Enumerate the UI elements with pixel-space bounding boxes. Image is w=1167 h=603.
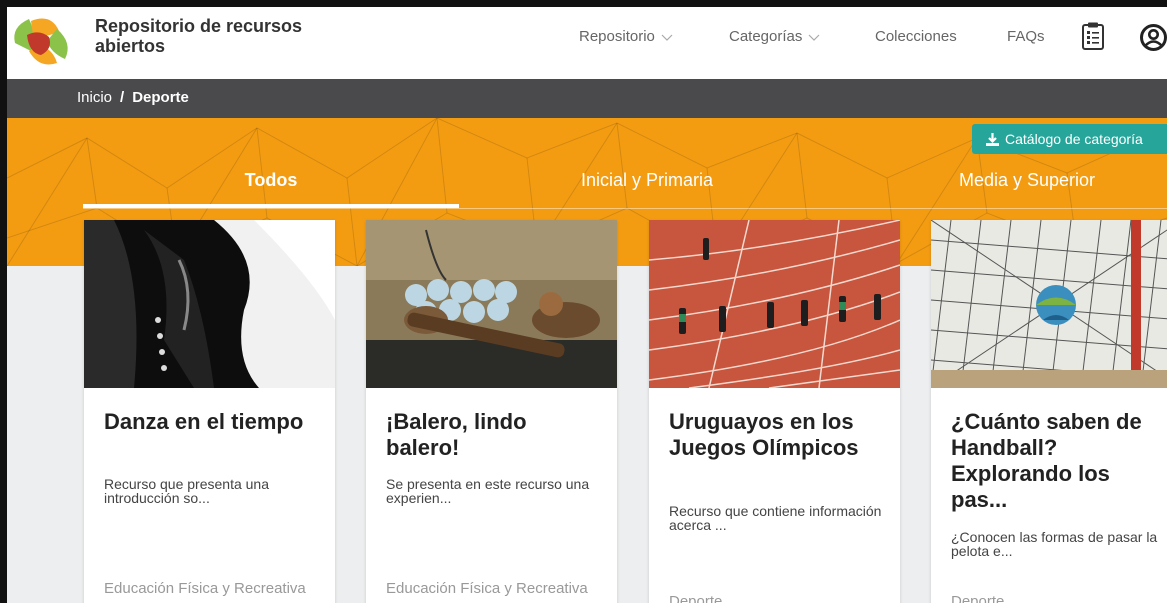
- card-description: Se presenta en este recurso una experien…: [386, 476, 590, 506]
- card-category: Deporte: [951, 593, 1005, 603]
- download-icon: [986, 132, 999, 146]
- tabs-divider: [83, 208, 1167, 209]
- card-image[interactable]: [366, 220, 617, 388]
- page: Repositorio de recursos abiertos Reposit…: [0, 0, 1167, 603]
- clipboard-icon[interactable]: [1082, 22, 1104, 50]
- card-description: Recurso que presenta una introducción so…: [104, 476, 269, 506]
- catalog-button-label: Catálogo de categoría: [1005, 131, 1143, 147]
- card-title[interactable]: Uruguayos en los Juegos Olímpicos: [669, 409, 889, 461]
- tab-media-superior[interactable]: Media y Superior: [839, 162, 1167, 208]
- catalog-download-button[interactable]: Catálogo de categoría: [972, 124, 1167, 154]
- site-logo[interactable]: [9, 13, 75, 71]
- breadcrumb-separator: /: [120, 89, 125, 106]
- breadcrumb-bar: Inicio / Deporte: [7, 79, 1167, 118]
- nav-label: Categorías: [729, 28, 803, 45]
- nav-colecciones[interactable]: Colecciones: [875, 28, 957, 45]
- card-category: Educación Física y Recreativa: [104, 580, 306, 597]
- breadcrumb-home[interactable]: Inicio: [77, 89, 112, 106]
- nav-label: Repositorio: [579, 28, 655, 45]
- chevron-down-icon: [808, 34, 820, 41]
- resource-card[interactable]: ¿Cuánto saben de Handball? Explorando lo…: [931, 220, 1167, 603]
- resource-card[interactable]: Danza en el tiempo Recurso que presenta …: [84, 220, 335, 603]
- card-description: Recurso que contiene información acerca …: [669, 503, 882, 533]
- site-title[interactable]: Repositorio de recursos abiertos: [95, 16, 315, 56]
- chevron-down-icon: [661, 34, 673, 41]
- nav-repositorio[interactable]: Repositorio: [579, 28, 673, 45]
- level-tabs: Todos Inicial y Primaria Media y Superio…: [83, 162, 1167, 208]
- user-icon[interactable]: [1140, 24, 1167, 51]
- breadcrumb-current: Deporte: [132, 89, 189, 106]
- card-category: Educación Física y Recreativa: [386, 580, 588, 597]
- card-title[interactable]: Danza en el tiempo: [104, 409, 324, 435]
- site-header: Repositorio de recursos abiertos Reposit…: [7, 7, 1167, 79]
- tab-inicial-primaria[interactable]: Inicial y Primaria: [459, 162, 835, 208]
- card-title[interactable]: ¡Balero, lindo balero!: [386, 409, 606, 461]
- card-image[interactable]: [649, 220, 900, 388]
- card-description: ¿Conocen las formas de pasar la pelota e…: [951, 529, 1158, 559]
- resource-card[interactable]: ¡Balero, lindo balero! Se presenta en es…: [366, 220, 617, 603]
- resource-card[interactable]: Uruguayos en los Juegos Olímpicos Recurs…: [649, 220, 900, 603]
- tab-todos[interactable]: Todos: [83, 162, 459, 208]
- nav-label: Colecciones: [875, 28, 957, 45]
- nav-label: FAQs: [1007, 28, 1045, 45]
- nav-faqs[interactable]: FAQs: [1007, 28, 1045, 45]
- card-category: Deporte: [669, 593, 723, 603]
- card-image[interactable]: [84, 220, 335, 388]
- card-title[interactable]: ¿Cuánto saben de Handball? Explorando lo…: [951, 409, 1167, 513]
- card-image[interactable]: [931, 220, 1167, 388]
- nav-categorias[interactable]: Categorías: [729, 28, 820, 45]
- breadcrumb: Inicio / Deporte: [77, 89, 189, 106]
